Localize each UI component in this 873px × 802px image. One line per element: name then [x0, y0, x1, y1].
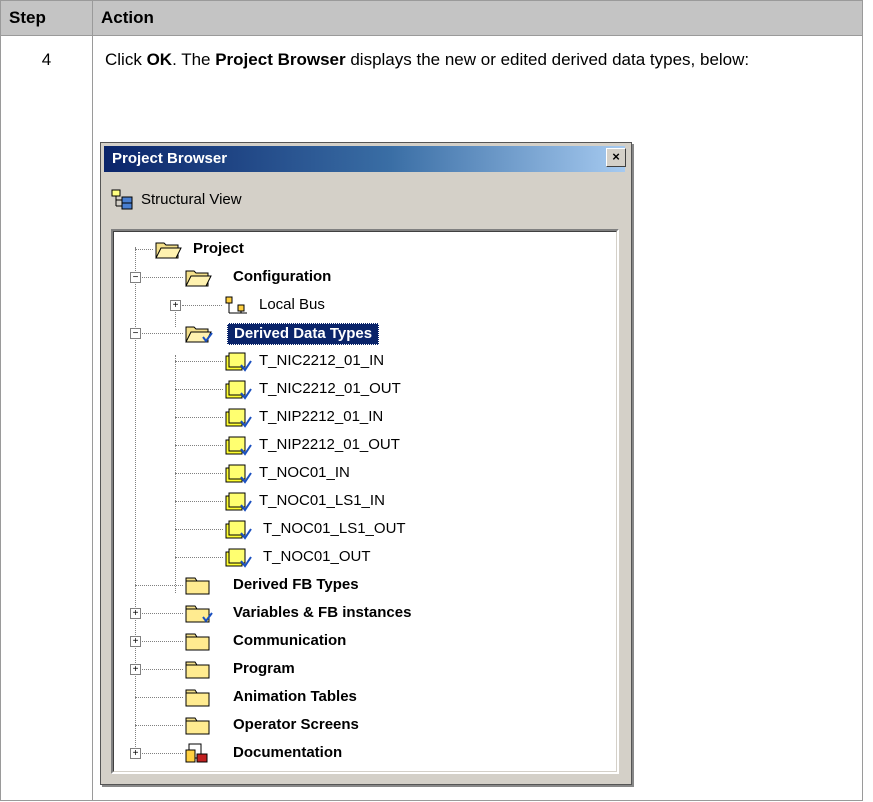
ddt-icon [225, 380, 252, 400]
structure-view-icon [111, 189, 133, 210]
action-cell: Click OK. The Project Browser displays t… [92, 35, 863, 801]
structural-view-label: Structural View [141, 191, 242, 208]
tree-label: T_NOC01_IN [259, 464, 350, 481]
step-number: 4 [0, 35, 93, 801]
folder-icon [185, 689, 210, 707]
project-browser-label: Project Browser [215, 50, 346, 69]
tree-label: Animation Tables [233, 688, 357, 705]
tree-item-ddt[interactable]: T_NIC2212_01_IN [113, 347, 613, 375]
tree-label: T_NOC01_OUT [263, 548, 371, 565]
step-table: Step Action 4 Click OK. The Project Brow… [0, 0, 863, 801]
tree-item-derived-fb-types[interactable]: Derived FB Types [113, 571, 613, 599]
tree-item-ddt[interactable]: T_NOC01_LS1_OUT [113, 515, 613, 543]
tree-item-variables[interactable]: + Variables & FB instances [113, 599, 613, 627]
tree-item-local-bus[interactable]: + Local Bus [113, 291, 613, 319]
ddt-icon [225, 352, 252, 372]
open-folder-icon [185, 270, 212, 287]
header-action: Action [92, 0, 863, 36]
tree-label-selected: Derived Data Types [227, 323, 380, 345]
tree-label: Local Bus [259, 296, 325, 313]
folder-icon [185, 633, 210, 651]
documentation-icon [185, 743, 208, 763]
collapse-icon[interactable]: − [130, 272, 141, 283]
ok-label: OK [146, 50, 173, 69]
project-browser-window: Project Browser × Structural View Projec… [100, 142, 632, 785]
tree-item-documentation[interactable]: + Documentation [113, 739, 613, 767]
local-bus-icon [225, 296, 247, 314]
tree-item-ddt[interactable]: T_NOC01_OUT [113, 543, 613, 571]
folder-icon [185, 717, 210, 735]
header-step: Step [0, 0, 93, 36]
tree-item-configuration[interactable]: − Configuration [113, 263, 613, 291]
tree-label: T_NIP2212_01_IN [259, 408, 384, 425]
ddt-folder-icon [185, 326, 213, 343]
tree-label: Variables & FB instances [233, 604, 412, 621]
tree-label: Configuration [233, 268, 332, 285]
tree-label: T_NOC01_LS1_OUT [263, 520, 406, 537]
tree-label: Communication [233, 632, 347, 649]
tree-label: Program [233, 660, 295, 677]
ddt-icon [225, 436, 252, 456]
ddt-icon [225, 464, 252, 484]
close-icon[interactable]: × [606, 148, 626, 167]
tree-item-project[interactable]: Project [113, 235, 613, 263]
tree-item-operator-screens[interactable]: Operator Screens [113, 711, 613, 739]
tree-label: T_NIC2212_01_OUT [259, 380, 401, 397]
expand-icon[interactable]: + [130, 608, 141, 619]
action-text: Click OK. The Project Browser displays t… [105, 50, 750, 69]
ddt-icon [225, 408, 252, 428]
variables-folder-icon [185, 605, 213, 623]
tree-item-ddt[interactable]: T_NIC2212_01_OUT [113, 375, 613, 403]
tree-label: Operator Screens [233, 716, 359, 733]
tree-label: Derived FB Types [233, 576, 359, 593]
tree-label: T_NOC01_LS1_IN [259, 492, 385, 509]
tree-label: T_NIP2212_01_OUT [259, 436, 400, 453]
tree-item-communication[interactable]: + Communication [113, 627, 613, 655]
tree-item-ddt[interactable]: T_NOC01_LS1_IN [113, 487, 613, 515]
expand-icon[interactable]: + [130, 636, 141, 647]
ddt-icon [225, 548, 252, 568]
expand-icon[interactable]: + [130, 664, 141, 675]
folder-icon [185, 661, 210, 679]
tree-label: T_NIC2212_01_IN [259, 352, 385, 369]
tree-item-ddt[interactable]: T_NOC01_IN [113, 459, 613, 487]
tree-item-ddt[interactable]: T_NIP2212_01_OUT [113, 431, 613, 459]
tree-label: Project [193, 240, 244, 257]
folder-icon [185, 577, 210, 595]
project-tree: Project − Configuration + Local Bus − De… [111, 229, 619, 774]
expand-icon[interactable]: + [130, 748, 141, 759]
window-title: Project Browser [104, 146, 625, 172]
collapse-icon[interactable]: − [130, 328, 141, 339]
tree-item-program[interactable]: + Program [113, 655, 613, 683]
tree-item-animation-tables[interactable]: Animation Tables [113, 683, 613, 711]
open-folder-icon [155, 242, 182, 259]
expand-icon[interactable]: + [170, 300, 181, 311]
ddt-icon [225, 520, 252, 540]
ddt-icon [225, 492, 252, 512]
tree-label: Documentation [233, 744, 343, 761]
tree-item-derived-data-types[interactable]: − Derived Data Types [113, 319, 613, 347]
tree-item-ddt[interactable]: T_NIP2212_01_IN [113, 403, 613, 431]
